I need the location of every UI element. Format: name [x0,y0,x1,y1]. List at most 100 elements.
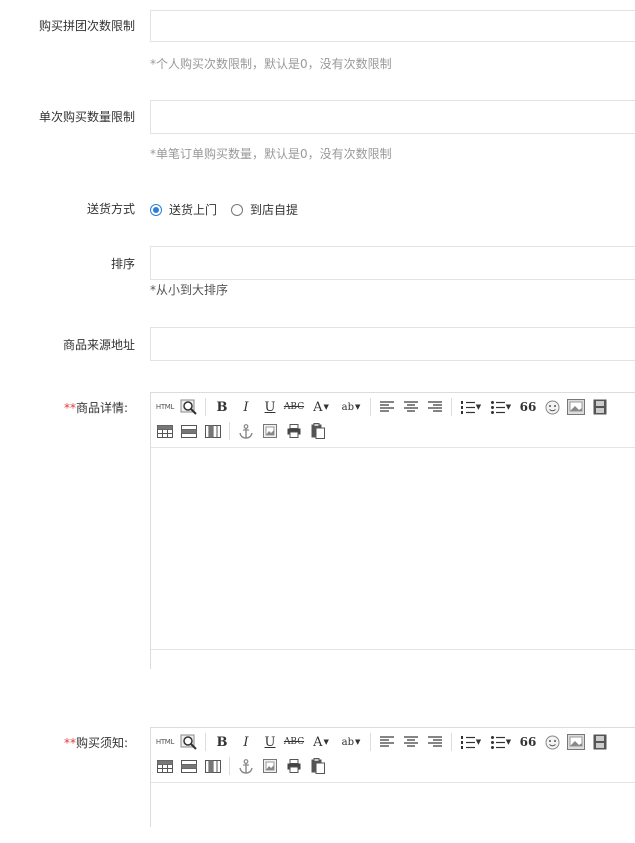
toolbar-separator [205,398,206,416]
unordered-list-icon[interactable]: ▼ [488,397,514,417]
align-left-icon[interactable] [377,732,397,752]
notice-label-text: 购买须知: [75,736,128,750]
delivery-option-door[interactable]: 送货上门 [150,201,217,218]
table-icon[interactable] [155,756,175,776]
radio-unchecked-icon[interactable] [231,203,244,216]
delivery-option-door-label: 送货上门 [169,203,218,217]
preview-icon[interactable] [179,732,199,752]
paste-icon[interactable] [308,421,328,441]
single-limit-hint: *单笔订单购买数量，默认是0，没有次数限制 [150,147,392,161]
blockquote-icon[interactable]: 66 [518,397,538,417]
detail-editor-toolbar: HTML B I U ABC A ▼ ab ▼ ▼ ▼ 66 [151,393,635,448]
chevron-down-icon: ▼ [354,738,361,746]
toolbar-row-1: HTML B I U ABC A ▼ ab ▼ ▼ ▼ 66 [155,397,614,417]
notice-editor: HTML B I U ABC A ▼ ab ▼ ▼ ▼ 66 [150,727,635,843]
underline-text: U [264,399,276,415]
anchor-icon[interactable] [236,421,256,441]
toolbar-row-2 [155,421,332,441]
ordered-list-icon[interactable]: ▼ [458,732,484,752]
delivery-option-pickup-label: 到店自提 [250,203,299,217]
group-limit-input[interactable] [150,10,635,42]
bold-text: B [216,399,228,415]
underline-icon[interactable]: U [260,397,280,417]
notice-label: **购买须知: [64,734,128,751]
table-icon[interactable] [155,421,175,441]
source-url-input[interactable] [150,327,635,361]
italic-text: I [243,399,249,415]
highlight-icon[interactable]: ab ▼ [338,732,364,752]
unordered-list-icon[interactable]: ▼ [488,732,514,752]
font-color-icon[interactable]: A ▼ [308,732,334,752]
toolbar-separator [205,733,206,751]
blockquote-icon[interactable]: 66 [518,732,538,752]
italic-icon[interactable]: I [236,732,256,752]
source-code-icon[interactable]: HTML [155,732,175,752]
chevron-down-icon: ▼ [323,738,329,746]
radio-checked-icon[interactable] [150,203,162,216]
chevron-down-icon: ▼ [505,403,512,411]
highlight-text: ab [341,401,354,413]
toolbar-separator [229,757,230,775]
video-icon[interactable] [590,397,610,417]
chevron-down-icon: ▼ [475,738,482,746]
toolbar-separator [229,422,230,440]
chevron-down-icon: ▼ [505,738,512,746]
strikethrough-text: ABC [283,402,305,412]
detail-editor-content[interactable] [151,448,635,649]
align-right-icon[interactable] [425,732,445,752]
table-column-icon[interactable] [203,421,223,441]
detail-editor: HTML B I U ABC A ▼ ab ▼ ▼ ▼ 66 [150,392,635,670]
preview-icon[interactable] [179,397,199,417]
source-code-text: HTML [155,738,175,746]
bold-icon[interactable]: B [212,397,232,417]
toolbar-separator [370,733,371,751]
image-icon[interactable] [566,732,586,752]
emoticon-icon[interactable] [542,732,562,752]
align-center-icon[interactable] [401,397,421,417]
strikethrough-icon[interactable]: ABC [284,732,304,752]
video-icon[interactable] [590,732,610,752]
highlight-text: ab [341,736,354,748]
toolbar-separator [451,398,452,416]
highlight-icon[interactable]: ab ▼ [338,397,364,417]
blockquote-text: 66 [519,735,537,749]
toolbar-row-1: HTML B I U ABC A ▼ ab ▼ ▼ ▼ 66 [155,732,614,752]
print-icon[interactable] [284,756,304,776]
bold-icon[interactable]: B [212,732,232,752]
table-column-icon[interactable] [203,756,223,776]
insert-image-icon[interactable] [260,421,280,441]
group-limit-hint: *个人购买次数限制，默认是0，没有次数限制 [150,57,392,71]
ordered-list-icon[interactable]: ▼ [458,397,484,417]
font-color-text: A [313,399,323,415]
notice-editor-toolbar: HTML B I U ABC A ▼ ab ▼ ▼ ▼ 66 [151,728,635,783]
detail-label: **商品详情: [64,399,128,416]
toolbar-separator [451,733,452,751]
emoticon-icon[interactable] [542,397,562,417]
source-url-label: 商品来源地址 [62,338,135,352]
source-code-icon[interactable]: HTML [155,397,175,417]
font-color-icon[interactable]: A ▼ [308,397,334,417]
strikethrough-icon[interactable]: ABC [284,397,304,417]
delivery-radio-group: 送货上门 到店自提 [150,201,312,218]
detail-label-text: 商品详情: [75,401,128,415]
chevron-down-icon: ▼ [475,403,482,411]
align-left-icon[interactable] [377,397,397,417]
table-row-icon[interactable] [179,421,199,441]
single-limit-input[interactable] [150,100,635,134]
print-icon[interactable] [284,421,304,441]
anchor-icon[interactable] [236,756,256,776]
image-icon[interactable] [566,397,586,417]
insert-image-icon[interactable] [260,756,280,776]
paste-icon[interactable] [308,756,328,776]
underline-icon[interactable]: U [260,732,280,752]
italic-icon[interactable]: I [236,397,256,417]
sort-input[interactable] [150,246,635,280]
detail-editor-statusbar [151,649,635,670]
sort-hint: *从小到大排序 [150,283,229,297]
chevron-down-icon: ▼ [354,403,361,411]
delivery-option-pickup[interactable]: 到店自提 [231,201,298,218]
notice-editor-content[interactable] [151,783,635,843]
table-row-icon[interactable] [179,756,199,776]
align-right-icon[interactable] [425,397,445,417]
align-center-icon[interactable] [401,732,421,752]
